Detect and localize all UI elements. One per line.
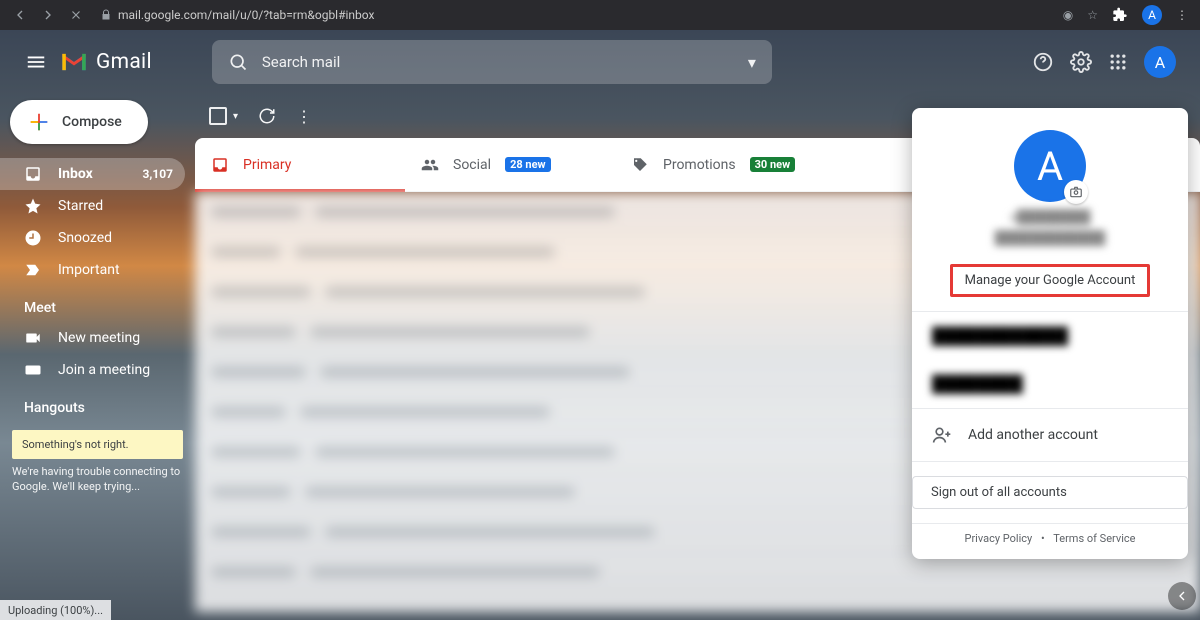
star-icon[interactable]: ☆ xyxy=(1087,8,1098,22)
help-icon[interactable] xyxy=(1032,51,1054,73)
account-row[interactable]: ████████ xyxy=(912,360,1188,408)
sidebar-label: Inbox xyxy=(58,166,93,182)
star-icon xyxy=(24,197,42,215)
sidebar-label: New meeting xyxy=(58,330,140,346)
account-popover: A a████████████████████ Manage your Goog… xyxy=(912,108,1188,559)
promotions-badge: 30 new xyxy=(750,157,796,172)
primary-icon xyxy=(211,156,229,174)
sidebar-item-important[interactable]: Important xyxy=(0,254,185,286)
settings-icon[interactable] xyxy=(1070,51,1092,73)
account-name-area: a████████████████████ xyxy=(912,208,1188,260)
join-meeting-button[interactable]: Join a meeting xyxy=(0,354,185,386)
social-badge: 28 new xyxy=(505,157,551,172)
status-bar: Uploading (100%)... xyxy=(0,600,111,620)
url-text: mail.google.com/mail/u/0/?tab=rm&ogbl#in… xyxy=(118,8,374,22)
extensions-icon[interactable] xyxy=(1112,7,1128,23)
tab-label: Primary xyxy=(243,157,291,173)
sidebar-item-inbox[interactable]: Inbox 3,107 xyxy=(0,158,185,190)
account-row[interactable]: ████████████ xyxy=(912,312,1188,360)
tag-icon xyxy=(631,156,649,174)
gmail-logo[interactable]: Gmail xyxy=(60,50,152,74)
browser-profile-avatar[interactable]: A xyxy=(1142,5,1162,25)
add-account-label: Add another account xyxy=(968,427,1098,443)
back-icon[interactable] xyxy=(8,3,32,27)
meet-section-title: Meet xyxy=(0,286,195,322)
stop-icon[interactable] xyxy=(64,3,88,27)
lock-icon xyxy=(100,9,112,21)
video-icon xyxy=(24,329,42,347)
sidebar-label: Important xyxy=(58,262,120,278)
sign-out-button[interactable]: Sign out of all accounts xyxy=(912,476,1188,509)
hangouts-warning: Something's not right. xyxy=(12,430,183,459)
plus-icon xyxy=(28,111,50,133)
address-bar[interactable]: mail.google.com/mail/u/0/?tab=rm&ogbl#in… xyxy=(100,8,1063,22)
sidebar-item-snoozed[interactable]: Snoozed xyxy=(0,222,185,254)
person-add-icon xyxy=(932,425,952,445)
add-account-button[interactable]: Add another account xyxy=(912,409,1188,461)
clock-icon xyxy=(24,229,42,247)
tab-label: Social xyxy=(453,157,491,173)
side-panel-toggle[interactable] xyxy=(1168,582,1196,610)
search-bar[interactable]: ▾ xyxy=(212,40,772,84)
privacy-link[interactable]: Privacy Policy xyxy=(965,532,1033,545)
hangouts-section-title: Hangouts xyxy=(0,386,195,422)
sidebar-label: Starred xyxy=(58,198,103,214)
forward-icon[interactable] xyxy=(36,3,60,27)
sidebar-label: Join a meeting xyxy=(58,362,150,378)
gmail-icon xyxy=(60,51,88,73)
inbox-count: 3,107 xyxy=(143,167,174,181)
popover-footer: Privacy Policy • Terms of Service xyxy=(912,524,1188,545)
app-name: Gmail xyxy=(96,50,152,74)
search-icon xyxy=(228,52,248,72)
chrome-menu-icon[interactable]: ⋮ xyxy=(1176,8,1188,22)
keyboard-icon xyxy=(24,361,42,379)
tab-label: Promotions xyxy=(663,157,736,173)
tab-primary[interactable]: Primary xyxy=(195,138,405,191)
sidebar-label: Snoozed xyxy=(58,230,112,246)
inbox-icon xyxy=(24,165,42,183)
compose-button[interactable]: Compose xyxy=(10,100,148,144)
camera-icon[interactable] xyxy=(1064,180,1088,204)
new-meeting-button[interactable]: New meeting xyxy=(0,322,185,354)
tab-promotions[interactable]: Promotions 30 new xyxy=(615,138,825,191)
sidebar-item-starred[interactable]: Starred xyxy=(0,190,185,222)
compose-label: Compose xyxy=(62,114,122,130)
terms-link[interactable]: Terms of Service xyxy=(1053,532,1135,545)
important-icon xyxy=(24,261,42,279)
hangouts-message: We're having trouble connecting to Googl… xyxy=(12,465,183,495)
people-icon xyxy=(421,156,439,174)
search-options-icon[interactable]: ▾ xyxy=(748,53,756,72)
refresh-icon[interactable] xyxy=(258,107,276,125)
tab-social[interactable]: Social 28 new xyxy=(405,138,615,191)
account-avatar-large[interactable]: A xyxy=(1014,130,1086,202)
sidebar: Compose Inbox 3,107 Starred Snoozed Impo… xyxy=(0,94,195,620)
app-header: Gmail ▾ A xyxy=(0,30,1200,94)
select-all-checkbox[interactable]: ▾ xyxy=(209,107,238,125)
main-menu-icon[interactable] xyxy=(16,42,56,82)
browser-toolbar: mail.google.com/mail/u/0/?tab=rm&ogbl#in… xyxy=(0,0,1200,30)
apps-icon[interactable] xyxy=(1108,52,1128,72)
eye-icon[interactable]: ◉ xyxy=(1063,8,1073,22)
account-avatar[interactable]: A xyxy=(1144,46,1176,78)
more-icon[interactable]: ⋮ xyxy=(296,107,312,126)
search-input[interactable] xyxy=(262,53,740,71)
manage-account-button[interactable]: Manage your Google Account xyxy=(950,264,1151,297)
